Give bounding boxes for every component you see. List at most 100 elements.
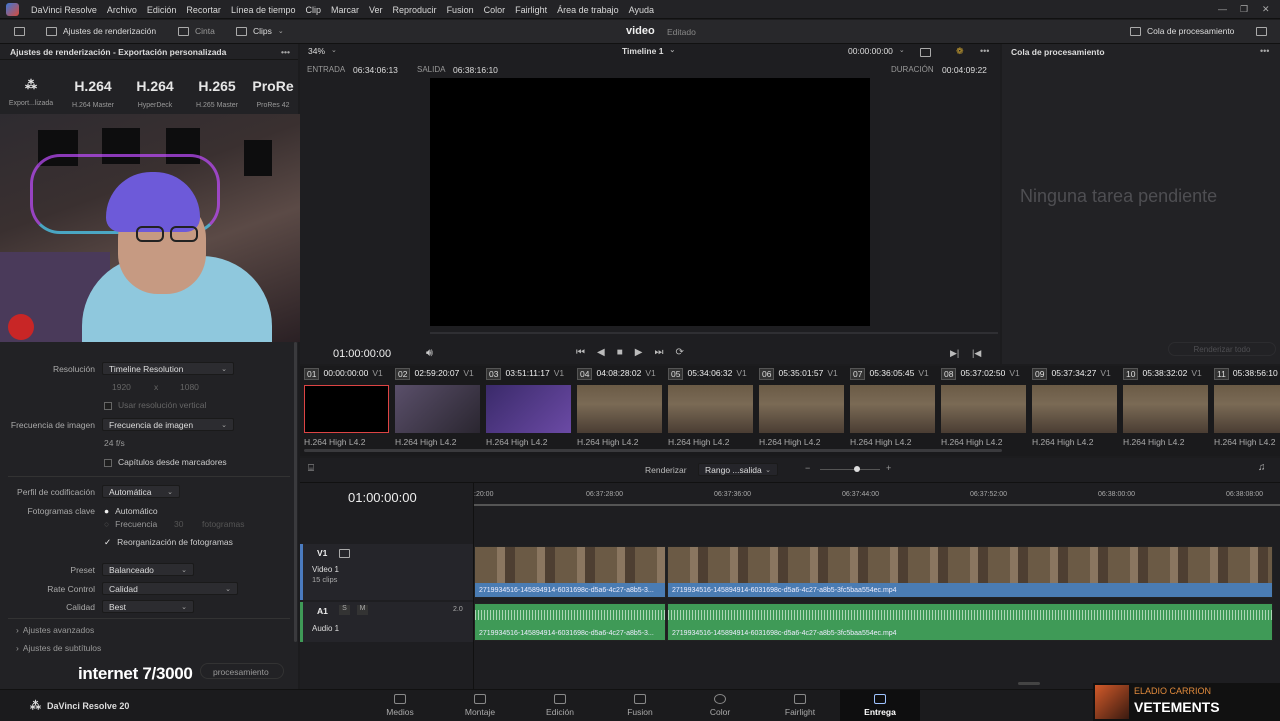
range-dropdown[interactable]: Rango ...salida ⌄ bbox=[698, 463, 778, 476]
minimize-icon[interactable]: — bbox=[1218, 4, 1227, 14]
timeline-scrollbar[interactable] bbox=[1018, 682, 1040, 685]
timeline-ruler[interactable]: :20:00 06:37:28:00 06:37:36:00 06:37:44:00 0… bbox=[474, 486, 1280, 506]
clip-thumbnail-item[interactable]: 07 05:36:05:45 V1 H.264 High L4.2 bbox=[846, 366, 935, 456]
menu-marcar[interactable]: Marcar bbox=[326, 5, 364, 15]
menu-clip[interactable]: Clip bbox=[300, 5, 326, 15]
timeline-options-icon[interactable]: ⌸ bbox=[308, 463, 314, 474]
menu-reproducir[interactable]: Reproducir bbox=[388, 5, 442, 15]
advanced-settings-toggle[interactable]: › Ajustes avanzados bbox=[16, 625, 94, 635]
profile-dropdown[interactable]: Automática ⌄ bbox=[102, 485, 180, 498]
clips-button[interactable]: Clips ⌄ bbox=[236, 26, 284, 36]
preset-hyperdeck[interactable]: H.264 HyperDeck bbox=[124, 60, 186, 112]
add-to-queue-button[interactable]: procesamiento bbox=[200, 663, 284, 679]
menu-fusion[interactable]: Fusion bbox=[442, 5, 479, 15]
more-options-icon[interactable]: ••• bbox=[281, 47, 290, 57]
menu-area-trabajo[interactable]: Área de trabajo bbox=[552, 5, 624, 15]
skip-end-icon[interactable]: ⏭︎ bbox=[654, 347, 663, 358]
kf-auto-radio[interactable]: ● Automático bbox=[104, 506, 158, 516]
clip-thumbnail-item[interactable]: 02 02:59:20:07 V1 H.264 High L4.2 bbox=[391, 366, 480, 456]
play-icon[interactable]: ▶︎ bbox=[635, 347, 643, 358]
app-menu[interactable]: DaVinci Resolve bbox=[26, 5, 102, 15]
timecode-dropdown[interactable]: 00:00:00:00 ⌄ bbox=[848, 46, 905, 56]
timeline-selector[interactable]: Timeline 1 ⌄ bbox=[622, 46, 675, 56]
resolution-dropdown[interactable]: Timeline Resolution ⌄ bbox=[102, 362, 234, 375]
monitor-icon[interactable] bbox=[14, 27, 25, 36]
kf-freq-radio[interactable]: ○ Frecuencia bbox=[104, 519, 157, 529]
tab-edicion[interactable]: Edición bbox=[525, 690, 595, 721]
skip-start-icon[interactable]: ⏮︎ bbox=[576, 347, 585, 358]
clip-thumbnail-item[interactable]: 03 03:51:11:17 V1 H.264 High L4.2 bbox=[482, 366, 571, 456]
render-settings-button[interactable]: Ajustes de renderización bbox=[46, 26, 156, 36]
tab-montaje[interactable]: Montaje bbox=[445, 690, 515, 721]
clip-thumbnail-item[interactable]: 1105:38:56:10V1 H.264 High L4.2 bbox=[1210, 366, 1280, 456]
menu-color[interactable]: Color bbox=[479, 5, 511, 15]
clip-thumbnail-item[interactable]: 08 05:37:02:50 V1 H.264 High L4.2 bbox=[937, 366, 1026, 456]
subtitle-settings-toggle[interactable]: › Ajustes de subtítulos bbox=[16, 643, 101, 653]
render-queue-button[interactable]: Cola de procesamiento bbox=[1130, 26, 1234, 36]
loop-icon[interactable]: ⟳ bbox=[675, 347, 683, 358]
mute-button[interactable]: M bbox=[357, 605, 368, 615]
menu-ayuda[interactable]: Ayuda bbox=[624, 5, 659, 15]
quality-dropdown[interactable]: Best ⌄ bbox=[102, 600, 194, 613]
res-width[interactable]: 1920 bbox=[112, 382, 131, 392]
audio-clip[interactable]: 2719934516-145894914-6031698c-d5a6-4c27-… bbox=[667, 603, 1273, 641]
zoom-in-icon[interactable]: + bbox=[886, 463, 891, 473]
menu-ver[interactable]: Ver bbox=[364, 5, 388, 15]
more-options-icon[interactable]: ••• bbox=[1260, 46, 1269, 56]
zoom-out-icon[interactable]: − bbox=[805, 463, 810, 473]
preset-dropdown[interactable]: Balanceado ⌄ bbox=[102, 563, 194, 576]
menu-edicion[interactable]: Edición bbox=[142, 5, 182, 15]
video-clip[interactable]: 2719934516-145894914-6031698c-d5a6-4c27-… bbox=[474, 546, 666, 598]
volume-icon[interactable]: 🔊︎ bbox=[426, 347, 433, 360]
tab-medios[interactable]: Medios bbox=[365, 690, 435, 721]
clip-thumbnail-item[interactable]: 05 05:34:06:32 V1 H.264 High L4.2 bbox=[664, 366, 753, 456]
menu-fairlight[interactable]: Fairlight bbox=[510, 5, 552, 15]
kf-freq-value[interactable]: 30 bbox=[174, 519, 183, 529]
vertical-res-option[interactable]: Usar resolución vertical bbox=[104, 400, 206, 410]
res-height[interactable]: 1080 bbox=[180, 382, 199, 392]
zoom-slider-track[interactable] bbox=[820, 469, 880, 470]
track-monitor-icon[interactable] bbox=[339, 549, 350, 558]
preset-h264-master[interactable]: H.264 H.264 Master bbox=[62, 60, 124, 112]
panel-scrollbar[interactable] bbox=[294, 342, 297, 642]
clip-thumbnail-item[interactable]: 09 05:37:34:27 V1 H.264 High L4.2 bbox=[1028, 366, 1117, 456]
tape-button[interactable]: Cinta bbox=[178, 26, 215, 36]
clips-scrollbar[interactable] bbox=[304, 449, 1002, 452]
stop-icon[interactable]: ■ bbox=[617, 347, 623, 358]
clip-thumbnail-item[interactable]: 06 05:35:01:57 V1 H.264 High L4.2 bbox=[755, 366, 844, 456]
maximize-icon[interactable]: ❐ bbox=[1240, 4, 1248, 15]
audio-clip[interactable]: 2719934516-145894914-6031698c-d5a6-4c27-… bbox=[474, 603, 666, 641]
prev-clip-icon[interactable]: |◀︎ bbox=[972, 348, 981, 359]
zoom-slider-handle[interactable] bbox=[854, 466, 860, 472]
scrub-bar[interactable] bbox=[430, 332, 998, 334]
more-options-icon[interactable]: ••• bbox=[980, 46, 989, 56]
color-icon[interactable]: ❁ bbox=[956, 46, 964, 57]
preset-prores[interactable]: ProRe ProRes 42 bbox=[248, 60, 298, 112]
next-clip-icon[interactable]: ▶︎| bbox=[950, 348, 959, 359]
clip-thumbnail-item[interactable]: 04 04:08:28:02 V1 H.264 High L4.2 bbox=[573, 366, 662, 456]
tab-color[interactable]: Color bbox=[685, 690, 755, 721]
clip-thumbnail-item[interactable]: 01 00:00:00:00 V1 H.264 High L4.2 bbox=[300, 366, 389, 456]
tab-fusion[interactable]: Fusion bbox=[605, 690, 675, 721]
menu-archivo[interactable]: Archivo bbox=[102, 5, 142, 15]
tab-fairlight[interactable]: Fairlight bbox=[765, 690, 835, 721]
video-clip[interactable]: 2719934516-145894914-6031698c-d5a6-4c27-… bbox=[667, 546, 1273, 598]
preset-h265-master[interactable]: H.265 H.265 Master bbox=[186, 60, 248, 112]
menu-linea-tiempo[interactable]: Línea de tiempo bbox=[226, 5, 301, 15]
zoom-dropdown[interactable]: 34% ⌄ bbox=[308, 46, 337, 56]
step-back-icon[interactable]: ◀︎ bbox=[597, 347, 605, 358]
chapters-option[interactable]: Capítulos desde marcadores bbox=[104, 457, 227, 467]
clip-thumbnail-item[interactable]: 10 05:38:32:02 V1 H.264 High L4.2 bbox=[1119, 366, 1208, 456]
panel-toggle-icon[interactable] bbox=[1256, 27, 1267, 36]
preset-custom[interactable]: ⁂ Export...lizada bbox=[0, 60, 62, 112]
framerate-dropdown[interactable]: Frecuencia de imagen ⌄ bbox=[102, 418, 234, 431]
reorder-option[interactable]: ✓ Reorganización de fotogramas bbox=[104, 537, 233, 548]
menu-recortar[interactable]: Recortar bbox=[181, 5, 226, 15]
render-all-button[interactable]: Renderizar todo bbox=[1168, 342, 1276, 356]
close-icon[interactable]: ✕ bbox=[1262, 4, 1270, 15]
audio-meter-icon[interactable]: ♫ bbox=[1258, 462, 1266, 473]
viewer-options-icon[interactable] bbox=[920, 48, 931, 57]
rate-control-dropdown[interactable]: Calidad ⌄ bbox=[102, 582, 238, 595]
tab-entrega[interactable]: Entrega bbox=[840, 690, 920, 721]
solo-button[interactable]: S bbox=[339, 605, 350, 615]
